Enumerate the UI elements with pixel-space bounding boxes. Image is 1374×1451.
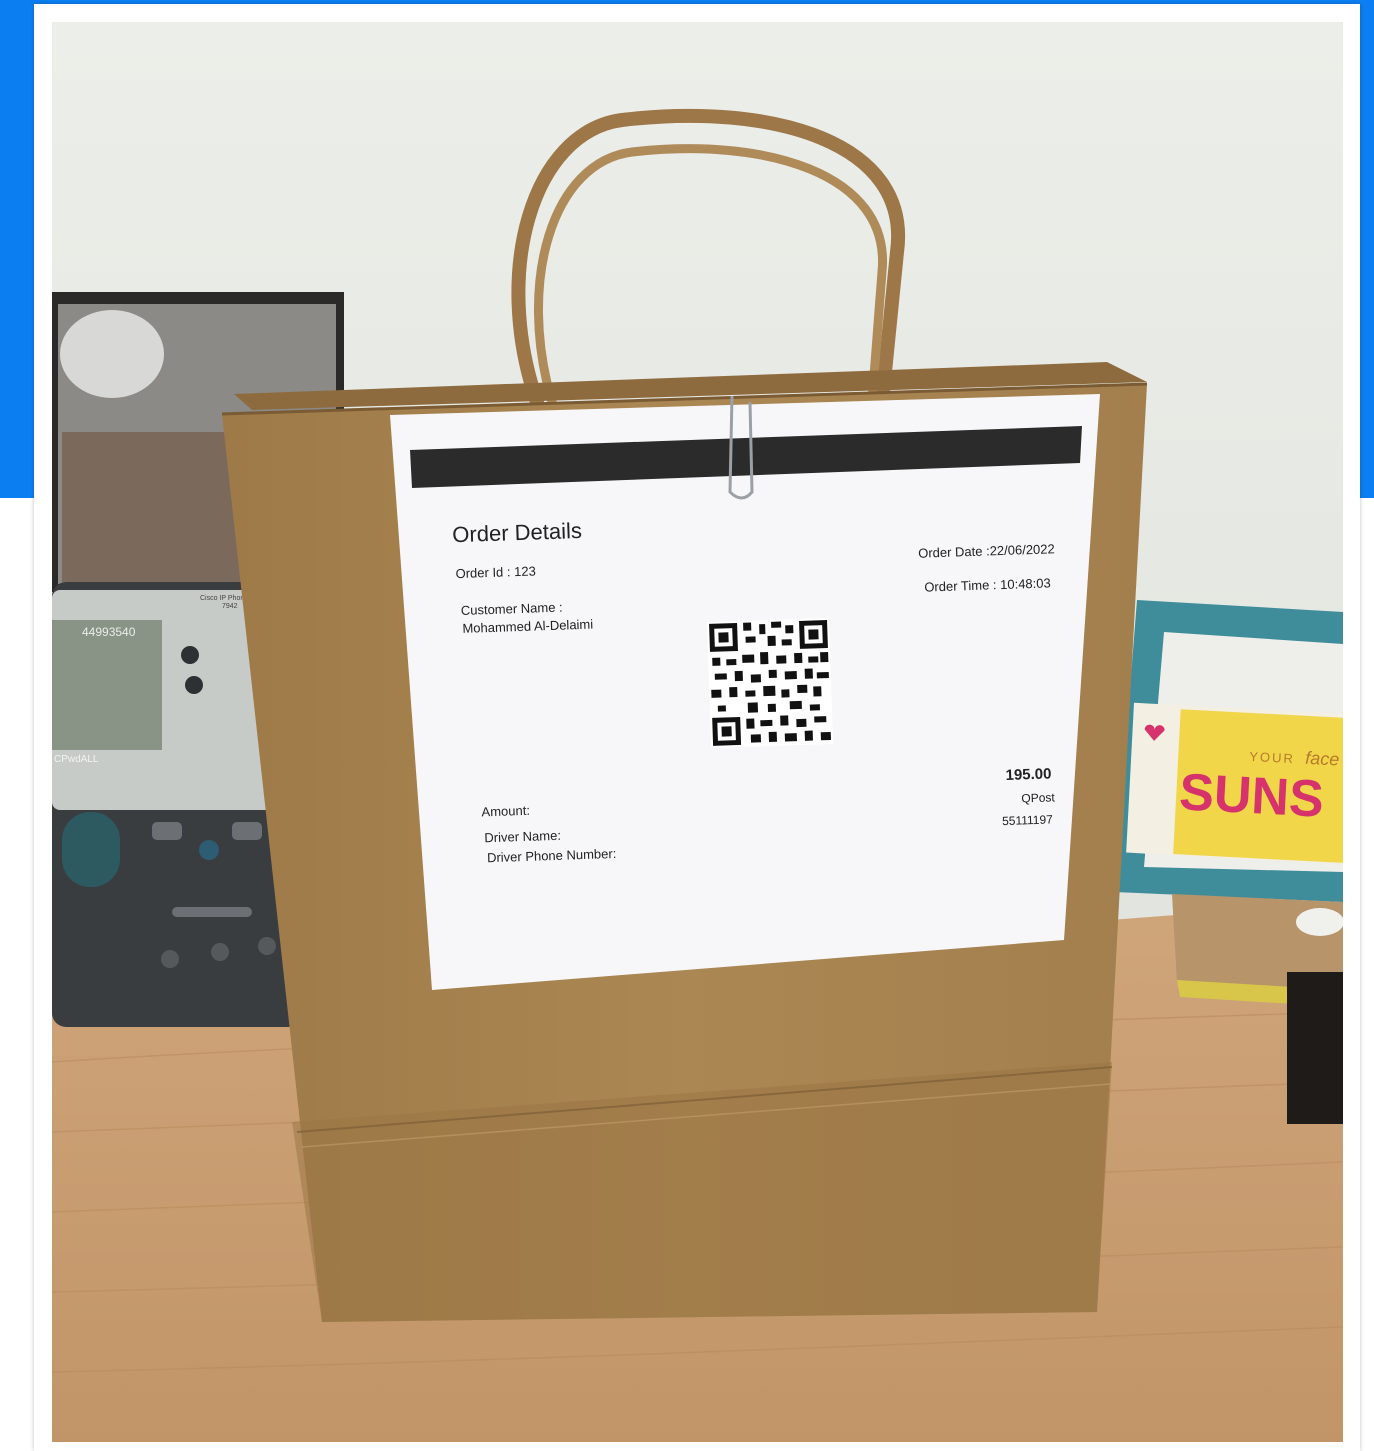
paper-tag [1296, 908, 1343, 936]
phone-softkey-label: CPwdALL [54, 754, 99, 765]
driver-name-label: Driver Name: [484, 828, 561, 846]
sticker-line2: SUNS [1178, 763, 1325, 828]
phone-model: 7942 [222, 603, 238, 610]
phone-help-button [199, 840, 219, 860]
amount-label: Amount: [481, 803, 530, 820]
phone-volume-bar [172, 907, 252, 917]
blurred-logo [60, 310, 164, 398]
phone-headset-button [161, 950, 179, 968]
phone-messages-button [152, 822, 182, 840]
phone-brand: Cisco IP Phone [200, 595, 248, 602]
order-sheet: Order Details Order Id : 123 Customer Na… [390, 394, 1100, 990]
amount-value: 195.00 [1005, 765, 1051, 784]
black-box [1287, 972, 1343, 1124]
photo: 44993540 Cisco IP Phone 7942 CPwdALL YOU… [52, 22, 1343, 1442]
order-id: Order Id : 123 [455, 563, 536, 581]
phone-speaker-button [258, 937, 276, 955]
phone-line-button [181, 646, 199, 664]
driver-phone: 55111197 [1002, 812, 1053, 828]
teal-photo-frame: YOUR face SUNS [1114, 600, 1343, 902]
sticker-line1: YOUR [1249, 749, 1295, 766]
phone-directories-button [232, 822, 262, 840]
phone-number-display: 44993540 [82, 625, 136, 639]
phone-line-button [185, 676, 203, 694]
phone-screen [52, 620, 162, 750]
sticker-line1-script: face [1305, 748, 1340, 770]
qr-code [707, 617, 834, 748]
phone-mute-button [211, 943, 229, 961]
order-details-title: Order Details [452, 518, 582, 547]
photo-scene: 44993540 Cisco IP Phone 7942 CPwdALL YOU… [52, 22, 1343, 1442]
sticker-card: YOUR face SUNS [1126, 702, 1343, 865]
phone-nav-pad [62, 812, 120, 887]
courier-name: QPost [1021, 790, 1055, 805]
